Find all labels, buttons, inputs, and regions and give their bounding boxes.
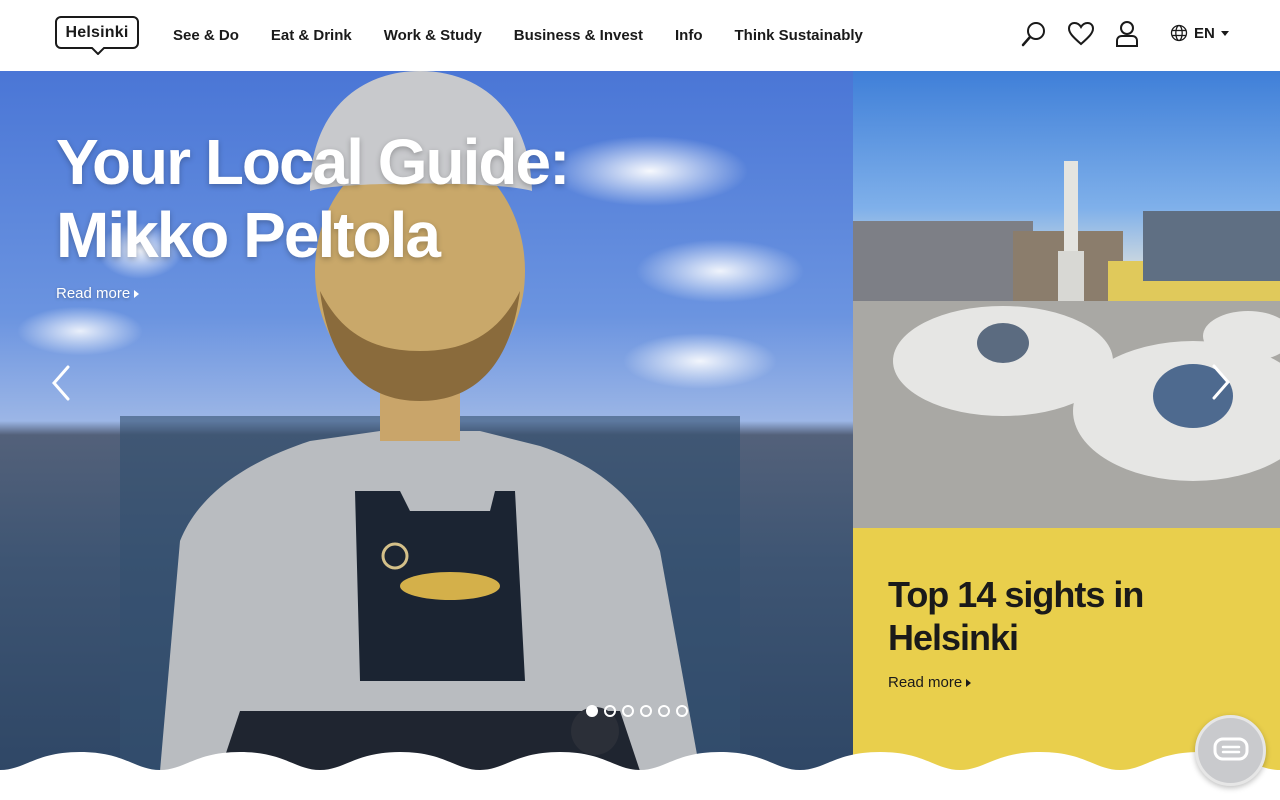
carousel-dot-4[interactable] [640,705,652,717]
language-label: EN [1194,24,1215,42]
carousel-dot-5[interactable] [658,705,670,717]
chat-button[interactable] [1195,715,1266,786]
logo-tail-icon [91,47,105,55]
side-photo-illustration [853,161,1280,528]
user-icon[interactable] [1113,20,1141,48]
nav-item-work-study[interactable]: Work & Study [384,27,482,44]
globe-icon [1170,24,1188,42]
carousel-dot-2[interactable] [604,705,616,717]
language-selector[interactable]: EN [1170,24,1229,42]
nav-item-see-do[interactable]: See & Do [173,27,239,44]
carousel-dot-1[interactable] [586,705,598,717]
hero-title-line-1: Your Local Guide: [56,126,570,198]
side-card-title[interactable]: Top 14 sights in Helsinki [888,573,1188,659]
side-card-read-more-link[interactable]: Read more [888,674,972,691]
carousel-dot-3[interactable] [622,705,634,717]
nav-item-think-sustainably[interactable]: Think Sustainably [735,27,863,44]
carousel-dots [586,705,688,717]
chat-icon [1213,737,1248,760]
hero-read-more-label: Read more [56,285,131,302]
site-header: Helsinki See & Do Eat & Drink Work & Stu… [0,0,1280,71]
wave-divider [0,752,1280,800]
caret-right-icon [134,289,140,298]
search-icon[interactable] [1020,20,1048,48]
side-photo-amos-rex[interactable] [853,71,1280,528]
hero-title-line-2: Mikko Peltola [56,199,441,271]
logo-text: Helsinki [55,16,139,49]
carousel-next-icon[interactable] [1210,362,1234,402]
nav-item-info[interactable]: Info [675,27,703,44]
carousel-prev-icon[interactable] [48,363,72,403]
hero-read-more-link[interactable]: Read more [56,285,140,302]
hero-carousel: Your Local Guide: Mikko Peltola Read mor… [0,71,853,771]
carousel-dot-6[interactable] [676,705,688,717]
caret-down-icon [1220,30,1229,36]
hero-title[interactable]: Your Local Guide: Mikko Peltola [56,126,570,272]
heart-icon[interactable] [1067,20,1095,48]
caret-right-icon [966,678,972,687]
nav-item-business-invest[interactable]: Business & Invest [514,27,643,44]
side-card-read-more-label: Read more [888,674,963,691]
nav-item-eat-drink[interactable]: Eat & Drink [271,27,352,44]
main-nav: See & Do Eat & Drink Work & Study Busine… [173,0,895,71]
helsinki-logo[interactable]: Helsinki [55,16,139,55]
